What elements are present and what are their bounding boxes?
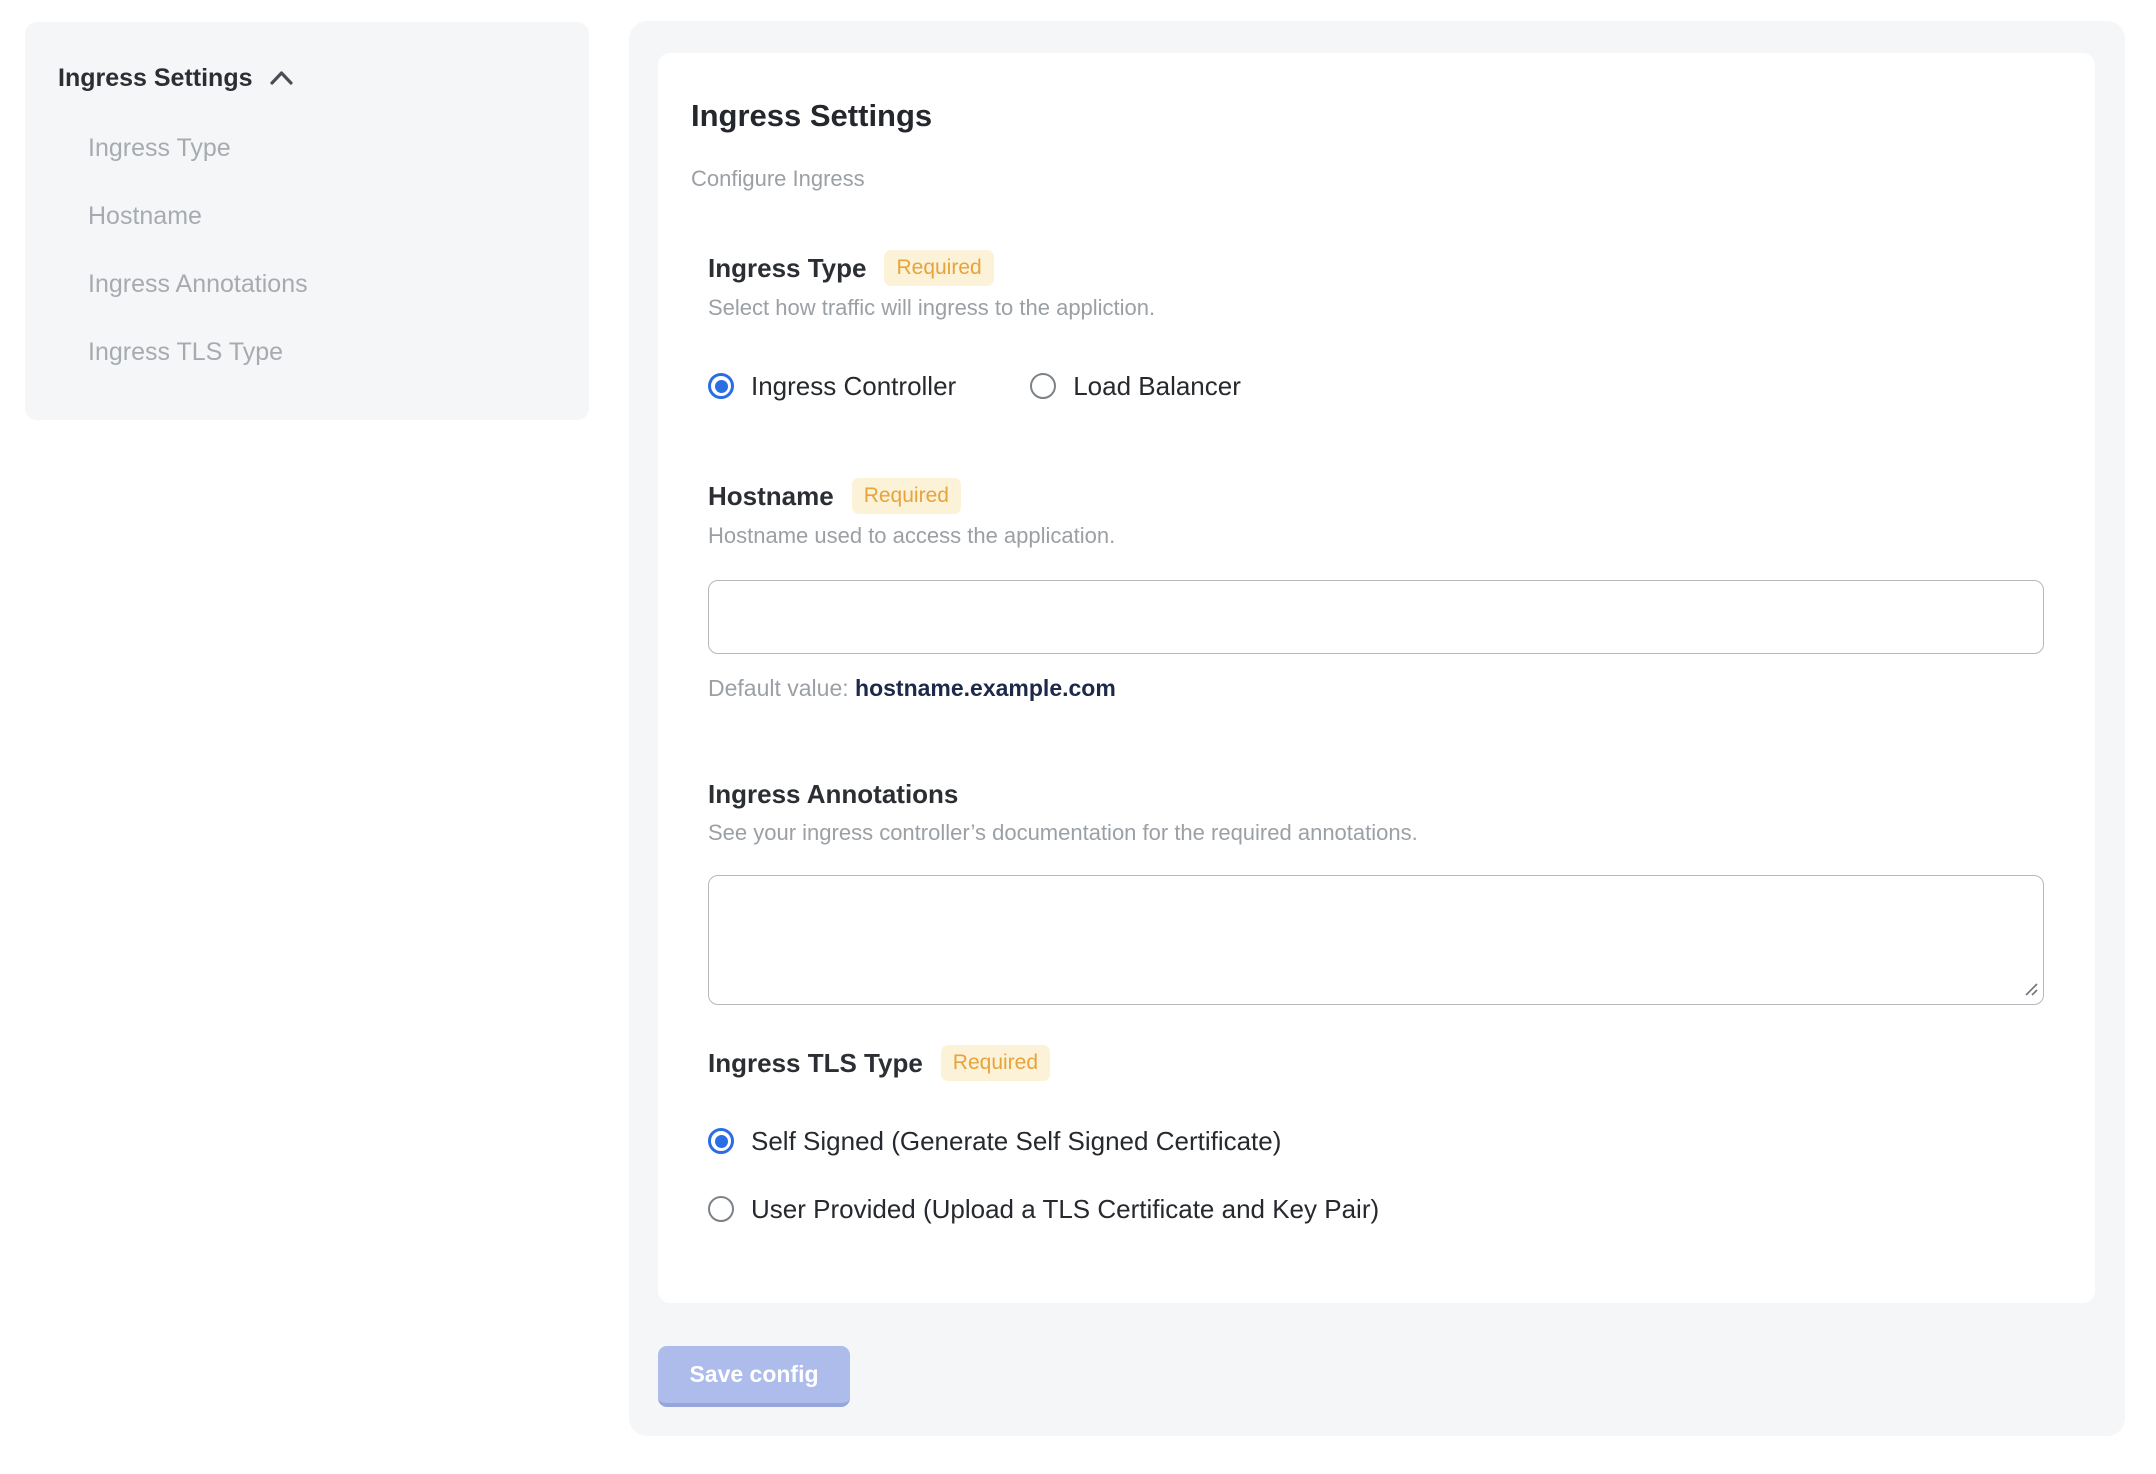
sidebar-section-header[interactable]: Ingress Settings: [58, 62, 559, 94]
ingress-annotations-description: See your ingress controller’s documentat…: [708, 820, 1418, 845]
sidebar: Ingress Settings Ingress Type Hostname I…: [25, 22, 589, 420]
settings-panel: Ingress Settings Configure Ingress Ingre…: [629, 21, 2125, 1436]
resize-handle-icon[interactable]: [2023, 981, 2039, 997]
ingress-type-section: Ingress Type Required Select how traffic…: [708, 250, 2045, 402]
radio-circle-icon[interactable]: [708, 373, 734, 399]
required-badge: Required: [884, 250, 994, 286]
radio-user-provided[interactable]: User Provided (Upload a TLS Certificate …: [708, 1193, 2045, 1225]
hostname-input[interactable]: [708, 580, 2044, 654]
ingress-tls-type-section: Ingress TLS Type Required Self Signed (G…: [708, 1045, 2045, 1225]
sidebar-nav: Ingress Type Hostname Ingress Annotation…: [58, 132, 559, 368]
chevron-up-icon[interactable]: [269, 70, 294, 86]
radio-ingress-controller[interactable]: Ingress Controller: [708, 370, 956, 402]
hostname-description: Hostname used to access the application.: [708, 523, 1116, 548]
page-subtitle: Configure Ingress: [691, 166, 865, 191]
required-badge: Required: [940, 1045, 1051, 1081]
radio-label[interactable]: User Provided (Upload a TLS Certificate …: [751, 1193, 1379, 1225]
default-value-label: Default value:: [708, 675, 856, 701]
hostname-section: Hostname Required Hostname used to acces…: [708, 478, 2045, 703]
ingress-annotations-textarea[interactable]: [708, 875, 2044, 1005]
radio-label[interactable]: Self Signed (Generate Self Signed Certif…: [751, 1125, 1281, 1157]
sidebar-item-hostname[interactable]: Hostname: [88, 200, 559, 232]
radio-self-signed[interactable]: Self Signed (Generate Self Signed Certif…: [708, 1125, 2045, 1157]
radio-load-balancer[interactable]: Load Balancer: [1030, 370, 1241, 402]
radio-label[interactable]: Load Balancer: [1073, 370, 1241, 402]
hostname-default-line: Default value: hostname.example.com: [708, 674, 2045, 703]
sidebar-item-ingress-tls-type[interactable]: Ingress TLS Type: [88, 336, 559, 368]
ingress-type-description: Select how traffic will ingress to the a…: [708, 295, 1156, 320]
hostname-label: Hostname: [708, 481, 834, 511]
sidebar-section-title: Ingress Settings: [58, 64, 253, 92]
ingress-annotations-label: Ingress Annotations: [708, 779, 959, 809]
hostname-default-value: hostname.example.com: [855, 675, 1116, 701]
page-title: Ingress Settings: [691, 98, 933, 133]
radio-circle-icon[interactable]: [1030, 373, 1057, 399]
required-badge: Required: [851, 478, 961, 514]
settings-card: Ingress Settings Configure Ingress Ingre…: [658, 53, 2095, 1303]
ingress-annotations-section: Ingress Annotations See your ingress con…: [708, 777, 2045, 1005]
radio-circle-icon[interactable]: [708, 1196, 734, 1222]
save-config-button[interactable]: Save config: [658, 1346, 850, 1407]
radio-circle-icon[interactable]: [708, 1128, 734, 1154]
ingress-type-label: Ingress Type: [708, 253, 867, 283]
sidebar-item-ingress-annotations[interactable]: Ingress Annotations: [88, 268, 559, 300]
ingress-tls-radio-group: Self Signed (Generate Self Signed Certif…: [708, 1125, 2045, 1225]
sidebar-item-ingress-type[interactable]: Ingress Type: [88, 132, 559, 164]
ingress-tls-type-label: Ingress TLS Type: [708, 1048, 923, 1078]
radio-label[interactable]: Ingress Controller: [751, 370, 956, 402]
ingress-type-radio-group: Ingress Controller Load Balancer: [708, 370, 2045, 402]
